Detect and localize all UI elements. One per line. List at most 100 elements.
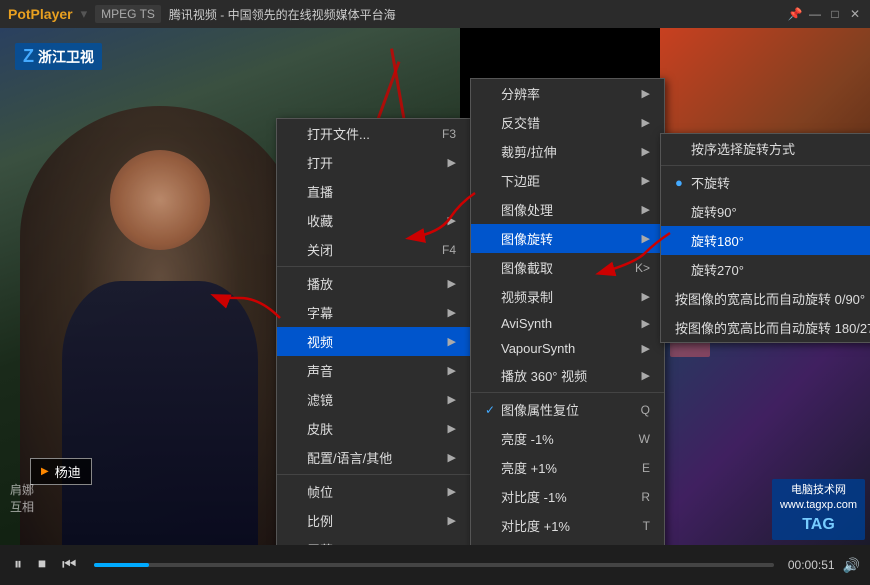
maximize-button[interactable]: □	[828, 7, 842, 21]
menu-360video[interactable]: 播放 360° 视频 ▶	[471, 361, 664, 390]
menu-video[interactable]: 视频 ▶	[277, 327, 470, 356]
menu-crop[interactable]: 裁剪/拉伸 ▶	[471, 137, 664, 166]
menu-ratio-arrow: ▶	[448, 514, 456, 527]
menu-brightness-up[interactable]: 亮度 +1% E	[471, 453, 664, 482]
play-pause-button[interactable]: ⏸	[10, 554, 26, 576]
menu-skin-label: 皮肤	[307, 419, 333, 438]
menu-deinterlace[interactable]: 反交错 ▶	[471, 108, 664, 137]
menu-open-file[interactable]: 打开文件... F3	[277, 119, 470, 148]
menu-contrast-down[interactable]: 对比度 -1% R	[471, 482, 664, 511]
m2-arrow4: ▶	[642, 174, 650, 187]
menu-skin[interactable]: 皮肤 ▶	[277, 414, 470, 443]
menu-avisynth[interactable]: AviSynth ▶	[471, 311, 664, 336]
menu-brightness-down[interactable]: 亮度 -1% W	[471, 424, 664, 453]
menu-rotate-auto-180[interactable]: 按图像的宽高比而自动旋转 180/27	[661, 313, 870, 342]
menu-subtitle[interactable]: 字幕 ▶	[277, 298, 470, 327]
menu-live[interactable]: 直播	[277, 177, 470, 206]
m2-shortcut7: K>	[635, 261, 650, 275]
menu-filter[interactable]: 滤镜 ▶	[277, 385, 470, 414]
menu-video-record[interactable]: 视频录制 ▶	[471, 282, 664, 311]
menu-close[interactable]: 关闭 F4	[277, 235, 470, 264]
menu-ratio[interactable]: 比例 ▶	[277, 506, 470, 535]
menu-play-arrow: ▶	[448, 277, 456, 290]
menu-config-arrow: ▶	[448, 451, 456, 464]
menu-image-reset[interactable]: ✓ 图像属性复位 Q	[471, 395, 664, 424]
menu-favorites-arrow: ▶	[448, 214, 456, 227]
menu-no-rotate[interactable]: ● 不旋转	[661, 168, 870, 197]
m2-shortcut15: R	[641, 490, 650, 504]
menu-screen-arrow: ▶	[448, 543, 456, 545]
menu-saturation-down[interactable]: 饱和度 -1% Y	[471, 540, 664, 545]
menu-rotate-90[interactable]: 旋转90°	[661, 197, 870, 226]
menu-config[interactable]: 配置/语言/其他 ▶	[277, 443, 470, 472]
menu-image-rotate[interactable]: 图像旋转 ▶	[471, 224, 664, 253]
minimize-button[interactable]: —	[808, 7, 822, 21]
menu-open[interactable]: 打开 ▶	[277, 148, 470, 177]
m2-arrow6: ▶	[642, 232, 650, 245]
menu-favorites[interactable]: 收藏 ▶	[277, 206, 470, 235]
menu-close-shortcut: F4	[442, 243, 456, 257]
menu-vapoursynth[interactable]: VapourSynth ▶	[471, 336, 664, 361]
menu-screenshot[interactable]: 图像截取 K>	[471, 253, 664, 282]
menu-sep2	[277, 474, 470, 475]
menu-contrast-down-label: 对比度 -1%	[501, 487, 567, 506]
menu-video-record-label: 视频录制	[501, 287, 553, 306]
menu-frame[interactable]: 帧位 ▶	[277, 477, 470, 506]
menu-brightness-down-label: 亮度 -1%	[501, 429, 554, 448]
progress-bar[interactable]	[94, 563, 773, 567]
name-card-icon: ▶	[41, 466, 49, 477]
menu-screen[interactable]: 屏幕 ▶	[277, 535, 470, 545]
menu-close-label: 关闭	[307, 240, 333, 259]
menu-margin[interactable]: 下边距 ▶	[471, 166, 664, 195]
menu-rotate-180[interactable]: 旋转180°	[661, 226, 870, 255]
menu-image-process[interactable]: 图像处理 ▶	[471, 195, 664, 224]
menu-rotate-270-label: 旋转270°	[691, 260, 744, 279]
menu-frame-arrow: ▶	[448, 485, 456, 498]
menu-rotate-auto-090-label: 按图像的宽高比而自动旋转 0/90°	[675, 289, 865, 308]
menu-live-label: 直播	[307, 182, 333, 201]
menu-play[interactable]: 播放 ▶	[277, 269, 470, 298]
menu-no-rotate-label: 不旋转	[691, 173, 730, 192]
m2-arrow2: ▶	[642, 116, 650, 129]
menu-crop-label: 裁剪/拉伸	[501, 142, 557, 161]
menu-rotate-auto[interactable]: 按序选择旋转方式	[661, 134, 870, 163]
m2-arrow9: ▶	[642, 317, 650, 330]
menu-image-rotate-label: 图像旋转	[501, 229, 553, 248]
menu-resolution[interactable]: 分辨率 ▶	[471, 79, 664, 108]
m2-arrow10: ▶	[642, 342, 650, 355]
m2-arrow11: ▶	[642, 369, 650, 382]
context-menu-1: 打开文件... F3 打开 ▶ 直播 收藏 ▶ 关闭 F4 播放 ▶	[276, 118, 471, 545]
app-logo: PotPlayer	[8, 6, 73, 22]
context-menu-2: 分辨率 ▶ 反交错 ▶ 裁剪/拉伸 ▶ 下边距 ▶ 图像处理 ▶ 图像旋转 ▶	[470, 78, 665, 545]
menu-rotate-auto-090[interactable]: 按图像的宽高比而自动旋转 0/90°	[661, 284, 870, 313]
menu-brightness-up-label: 亮度 +1%	[501, 458, 557, 477]
menu-screenshot-label: 图像截取	[501, 258, 553, 277]
volume-icon[interactable]: 🔊	[843, 557, 860, 574]
subtitle-line2: 互相	[10, 498, 34, 515]
context-menu-3: 按序选择旋转方式 ● 不旋转 旋转90° 旋转180° 旋转270° 按图像的宽…	[660, 133, 870, 343]
m3-radio1: ●	[675, 175, 691, 190]
pin-button[interactable]: 📌	[788, 7, 802, 21]
title-bar: PotPlayer ▾ MPEG TS 腾讯视频 - 中国领先的在线视频媒体平台…	[0, 0, 870, 28]
menu-audio-arrow: ▶	[448, 364, 456, 377]
name-card: ▶ 杨迪	[30, 458, 92, 485]
menu-margin-label: 下边距	[501, 171, 540, 190]
close-button[interactable]: ✕	[848, 7, 862, 21]
watermark-tag: TAG	[780, 514, 857, 536]
menu-open-file-shortcut: F3	[442, 127, 456, 141]
menu-favorites-label: 收藏	[307, 211, 333, 230]
stop-button[interactable]: ⏹	[34, 554, 50, 576]
menu-image-process-label: 图像处理	[501, 200, 553, 219]
menu-contrast-up[interactable]: 对比度 +1% T	[471, 511, 664, 540]
watermark-url: www.tagxp.com	[780, 498, 857, 513]
menu-audio[interactable]: 声音 ▶	[277, 356, 470, 385]
menu-rotate-270[interactable]: 旋转270°	[661, 255, 870, 284]
menu-360video-label: 播放 360° 视频	[501, 366, 587, 385]
m2-arrow3: ▶	[642, 145, 650, 158]
m2-sep1	[471, 392, 664, 393]
m2-check1: ✓	[485, 403, 501, 417]
prev-button[interactable]: ⏮	[58, 554, 80, 576]
menu-skin-arrow: ▶	[448, 422, 456, 435]
menu-subtitle-label: 字幕	[307, 303, 333, 322]
title-tab[interactable]: MPEG TS	[95, 5, 161, 23]
